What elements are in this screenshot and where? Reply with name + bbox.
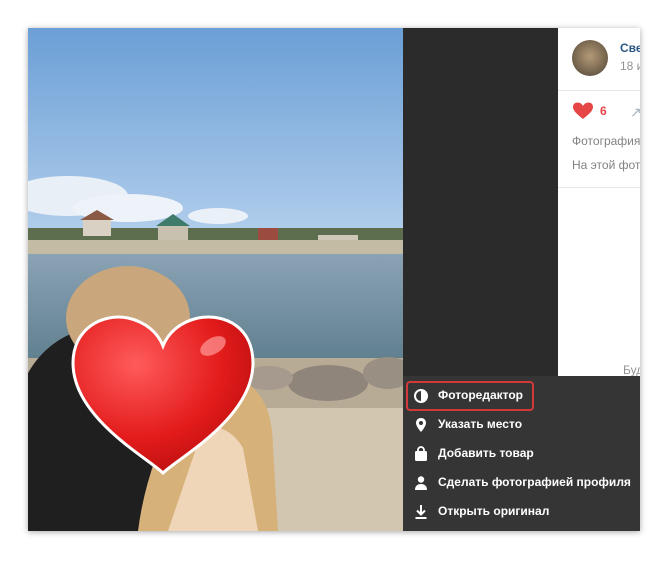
menu-item-label: Фоторедактор [438, 388, 524, 402]
author-name[interactable]: Све [620, 41, 640, 55]
menu-item-set-profile-photo[interactable]: Сделать фотографией профиля [403, 469, 640, 497]
menu-item-photo-editor[interactable]: Фоторедактор [403, 382, 640, 410]
avatar[interactable] [572, 40, 608, 76]
shopping-bag-icon [413, 446, 429, 462]
photo[interactable] [28, 28, 403, 531]
menu-item-label: Сделать фотографией профиля [438, 475, 631, 489]
heart-icon[interactable] [572, 102, 594, 125]
comment-hint: Буд [623, 363, 640, 377]
divider [558, 187, 640, 188]
more-actions-menu: Фоторедактор Указать место Добавить това… [403, 376, 640, 531]
menu-item-label: Указать место [438, 417, 523, 431]
person-icon [413, 475, 429, 491]
menu-item-add-product[interactable]: Добавить товар [403, 440, 640, 468]
divider [558, 90, 640, 91]
post-date[interactable]: 18 и [620, 59, 640, 73]
location-pin-icon [413, 417, 429, 433]
beach-photo-image [28, 28, 403, 531]
like-count: 6 [600, 104, 607, 118]
photo-viewer: Све 18 и 6 ↗ Фотография На этой фот Буд … [28, 28, 640, 531]
menu-item-label: Открыть оригинал [438, 504, 550, 518]
share-icon[interactable]: ↗ [630, 104, 640, 121]
photo-editor-icon [413, 388, 429, 404]
download-icon [413, 504, 429, 520]
photo-tags-text: На этой фот [572, 158, 640, 172]
menu-item-set-location[interactable]: Указать место [403, 411, 640, 439]
photo-description: Фотография [572, 134, 640, 148]
menu-item-open-original[interactable]: Открыть оригинал [403, 498, 640, 526]
menu-item-label: Добавить товар [438, 446, 534, 460]
